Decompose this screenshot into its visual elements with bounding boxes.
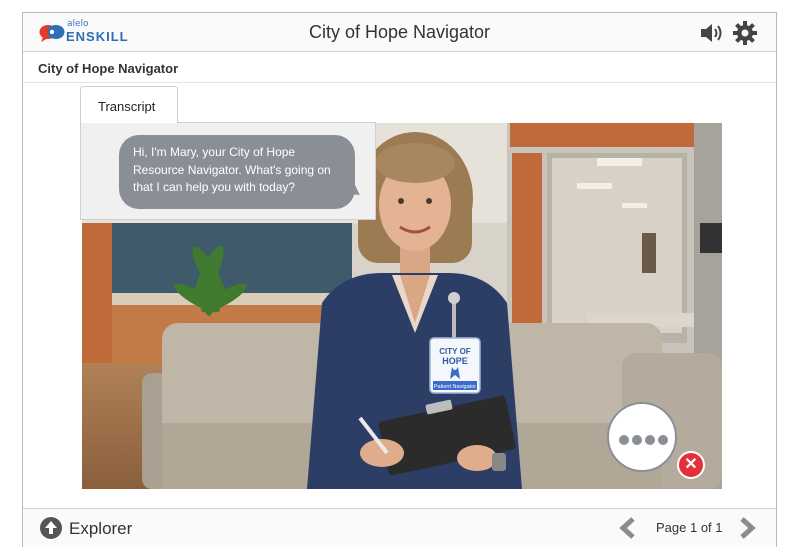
tab-transcript-label: Transcript [98, 99, 156, 114]
close-icon[interactable]: ✕ [677, 451, 705, 479]
ellipsis-icon [619, 432, 671, 450]
bottom-bar: Explorer Page 1 of 1 [23, 508, 776, 547]
badge-line-1: CITY OF [439, 347, 471, 356]
app-title: City of Hope Navigator [308, 22, 491, 42]
up-arrow-icon [40, 517, 62, 539]
badge-line-3: Patient Navigator [434, 384, 476, 390]
gear-icon[interactable] [732, 20, 758, 46]
previous-page-icon[interactable] [619, 517, 637, 539]
top-bar: alelo ENSKILL City of Hope Navigator [23, 13, 776, 52]
scenario-header: City of Hope Navigator [23, 52, 776, 83]
more-options-button[interactable] [607, 402, 677, 472]
transcript-panel: Hi, I'm Mary, your City of Hope Resource… [80, 122, 376, 220]
speech-bubble-text: Hi, I'm Mary, your City of Hope Resource… [133, 145, 331, 194]
page-indicator: Page 1 of 1 [656, 520, 723, 535]
app-window: alelo ENSKILL City of Hope Navigator Cit… [22, 12, 777, 547]
badge-line-2: HOPE [442, 356, 468, 366]
speech-bubble: Hi, I'm Mary, your City of Hope Resource… [119, 135, 355, 209]
explorer-label: Explorer [69, 519, 133, 538]
speaker-icon[interactable] [699, 22, 725, 44]
next-page-icon[interactable] [738, 517, 756, 539]
scenario-title: City of Hope Navigator [38, 61, 179, 76]
tab-transcript[interactable]: Transcript [80, 86, 178, 123]
